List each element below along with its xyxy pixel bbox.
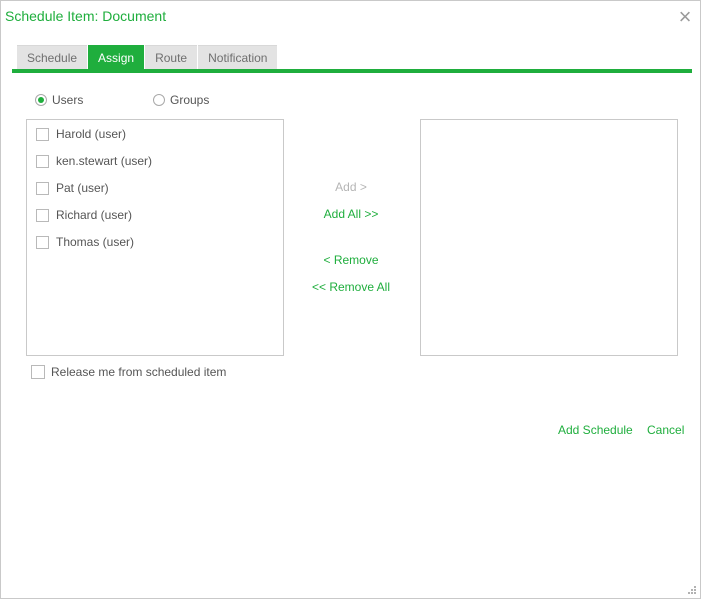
list-item[interactable]: Harold (user) [36, 127, 126, 141]
item-checkbox[interactable] [36, 127, 49, 141]
tab-notification[interactable]: Notification [198, 45, 278, 70]
item-checkbox[interactable] [36, 154, 49, 168]
tab-underline [12, 69, 692, 73]
groups-radio-option[interactable]: Groups [153, 93, 209, 107]
list-item[interactable]: Thomas (user) [36, 235, 134, 249]
tab-bar: Schedule Assign Route Notification [17, 45, 278, 70]
list-item[interactable]: Richard (user) [36, 208, 132, 222]
resize-grip-icon[interactable] [685, 585, 697, 597]
add-schedule-button[interactable]: Add Schedule [558, 423, 633, 437]
release-label: Release me from scheduled item [51, 365, 227, 379]
groups-radio-label: Groups [170, 93, 210, 107]
tab-route[interactable]: Route [145, 45, 198, 70]
tab-schedule[interactable]: Schedule [17, 45, 88, 70]
remove-button[interactable]: < Remove [291, 253, 411, 267]
close-icon[interactable]: × [676, 6, 694, 28]
groups-radio[interactable] [153, 94, 165, 106]
item-checkbox[interactable] [36, 208, 49, 222]
add-button[interactable]: Add > [291, 180, 411, 194]
release-checkbox[interactable] [31, 365, 45, 379]
release-option[interactable]: Release me from scheduled item [31, 365, 226, 379]
cancel-button[interactable]: Cancel [647, 423, 684, 437]
item-label: Harold (user) [56, 127, 127, 141]
list-item[interactable]: ken.stewart (user) [36, 154, 152, 168]
item-checkbox[interactable] [36, 181, 49, 195]
item-label: ken.stewart (user) [56, 154, 153, 168]
available-users-list[interactable]: Harold (user) ken.stewart (user) Pat (us… [26, 119, 284, 356]
list-item[interactable]: Pat (user) [36, 181, 109, 195]
users-radio-label: Users [52, 93, 84, 107]
tab-assign[interactable]: Assign [88, 45, 145, 70]
dialog-title: Schedule Item: Document [5, 8, 167, 24]
item-label: Thomas (user) [56, 235, 135, 249]
users-radio-option[interactable]: Users [35, 93, 83, 107]
users-radio[interactable] [35, 94, 47, 106]
remove-all-button[interactable]: << Remove All [291, 280, 411, 294]
item-checkbox[interactable] [36, 235, 49, 249]
add-all-button[interactable]: Add All >> [291, 207, 411, 221]
assigned-users-list[interactable] [420, 119, 678, 356]
item-label: Pat (user) [56, 181, 109, 195]
item-label: Richard (user) [56, 208, 133, 222]
schedule-item-dialog: Schedule Item: Document × Schedule Assig… [0, 0, 701, 599]
